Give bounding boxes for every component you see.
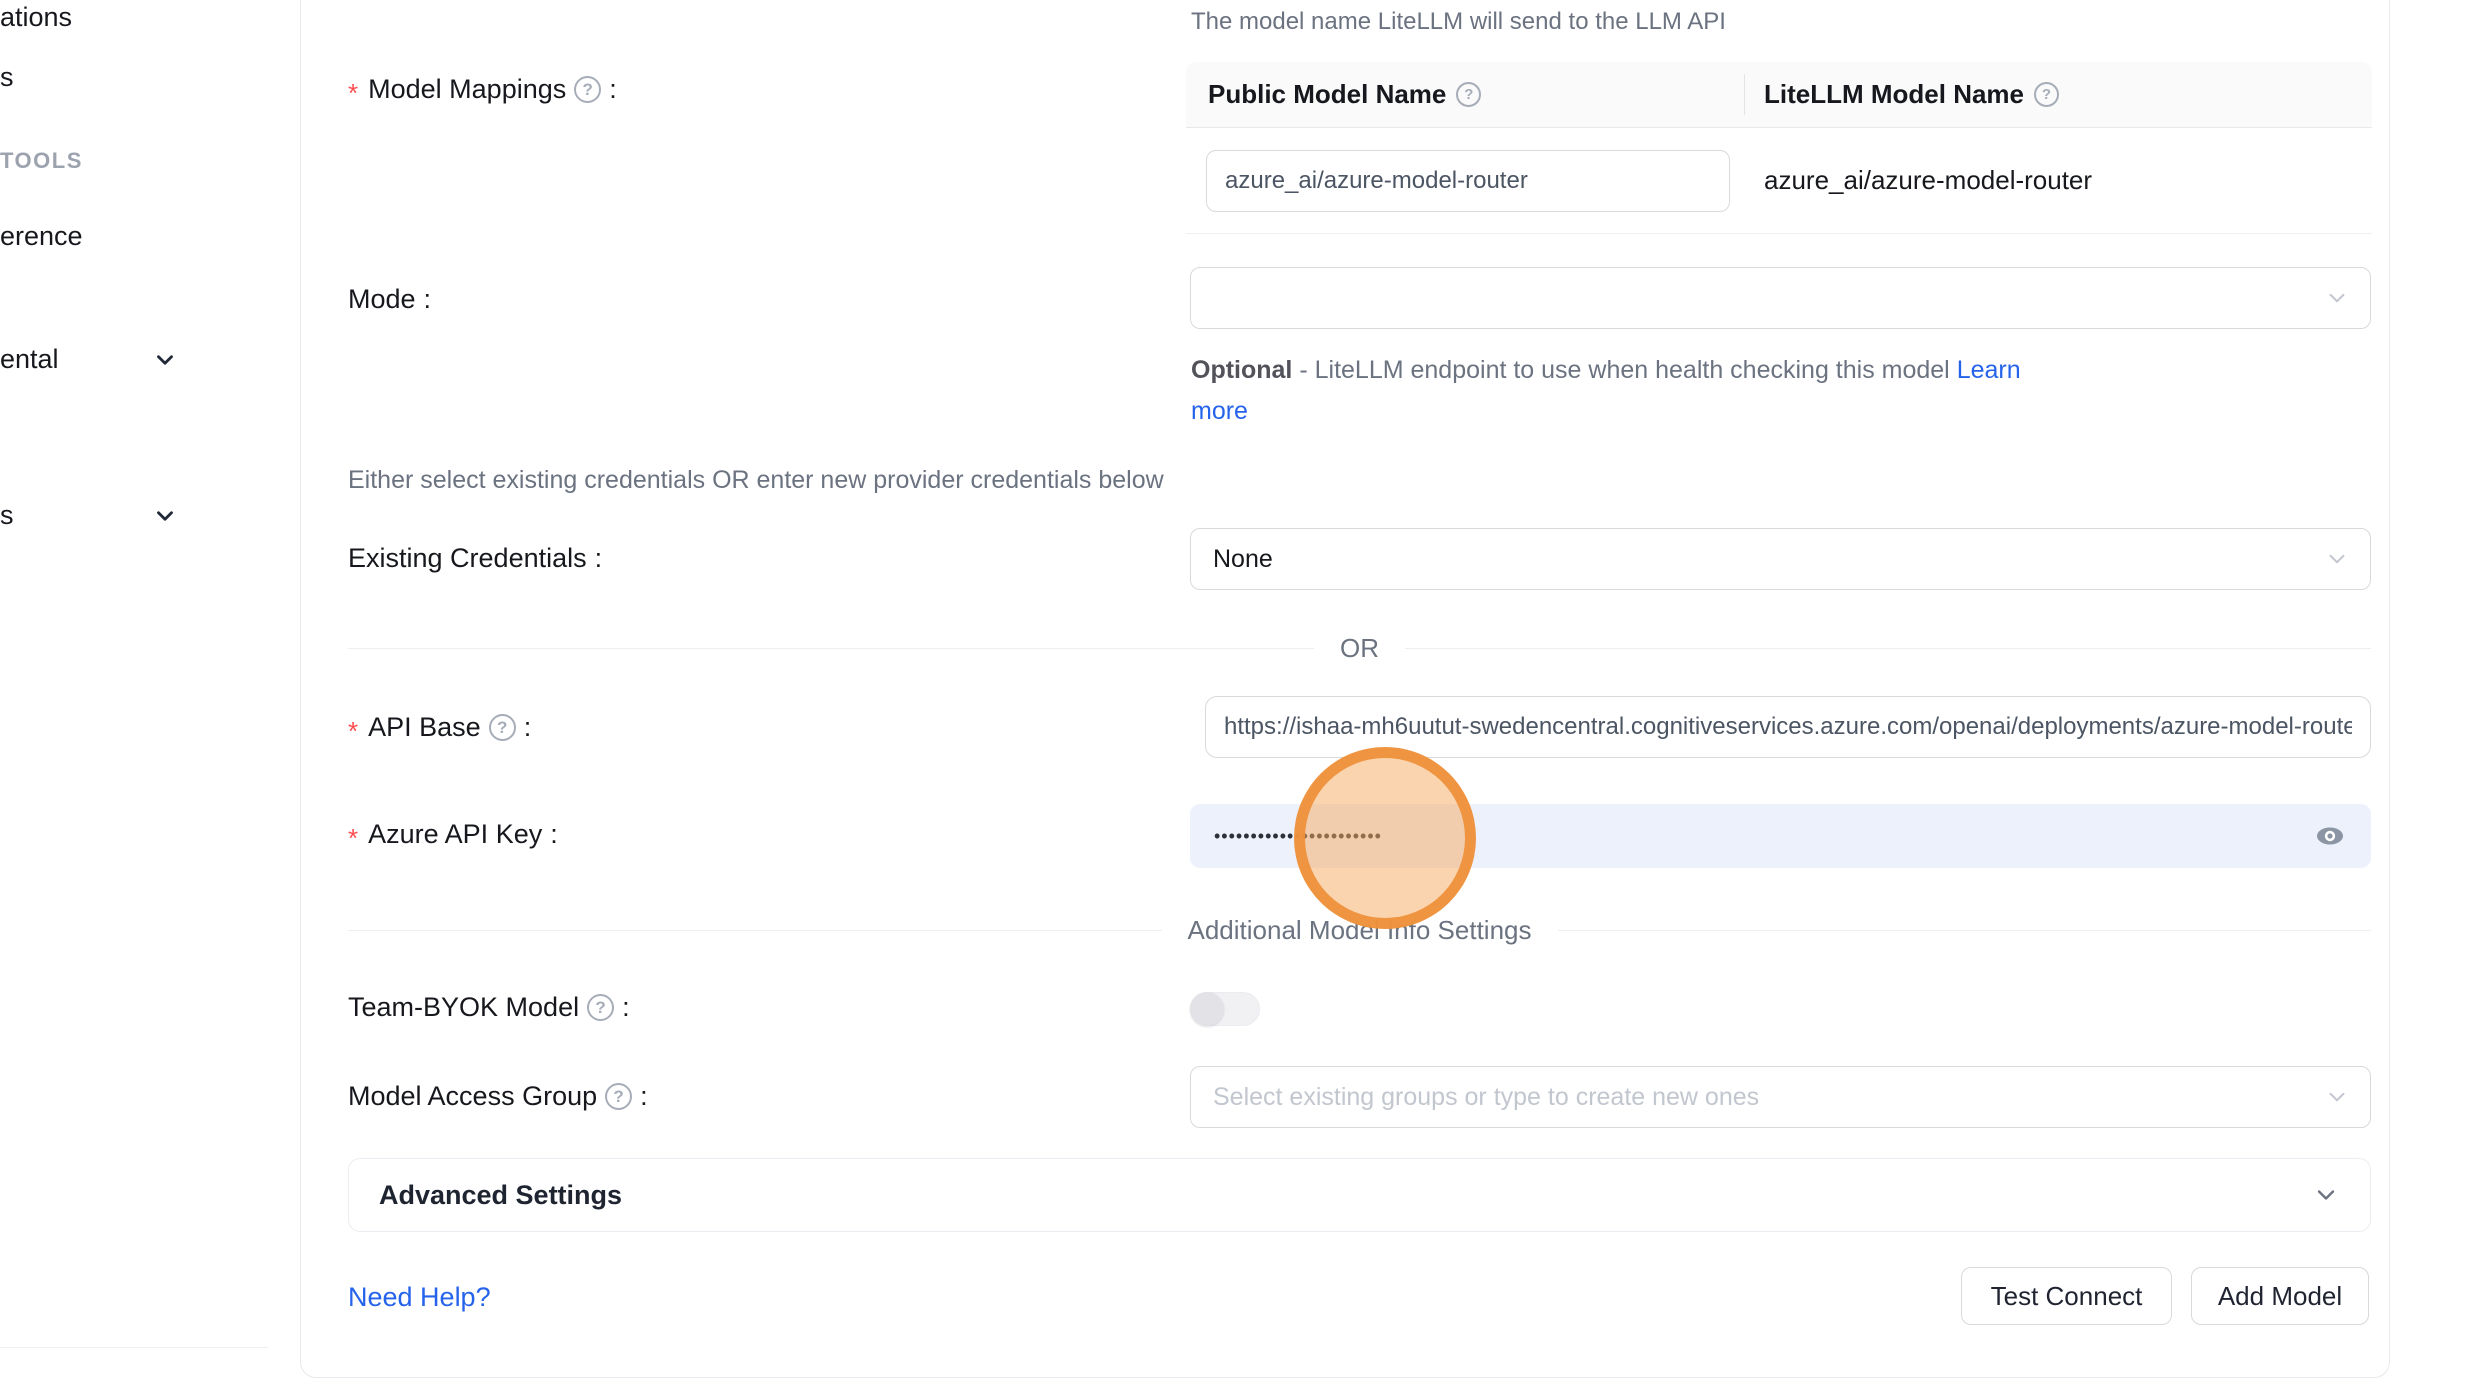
toggle-visibility-button[interactable] bbox=[2313, 819, 2347, 853]
table-row: azure_ai/azure-model-router bbox=[1186, 128, 2372, 234]
column-divider bbox=[1744, 74, 1745, 115]
advanced-settings-title: Advanced Settings bbox=[379, 1180, 2312, 1211]
eye-icon bbox=[2314, 820, 2346, 852]
help-icon[interactable]: ? bbox=[1456, 82, 1481, 107]
chevron-down-icon bbox=[2312, 1181, 2340, 1209]
mode-help-body: - LiteLLM endpoint to use when health ch… bbox=[1292, 356, 1956, 384]
help-icon[interactable]: ? bbox=[587, 994, 614, 1021]
help-icon[interactable]: ? bbox=[574, 76, 601, 103]
divider-line bbox=[1405, 648, 2371, 649]
sidebar-item-s1[interactable]: s bbox=[0, 62, 14, 93]
optional-bold: Optional bbox=[1191, 356, 1292, 384]
colon: : bbox=[609, 74, 617, 105]
colon: : bbox=[640, 1081, 648, 1112]
divider-line bbox=[348, 648, 1314, 649]
table-header-row: Public Model Name ? LiteLLM Model Name ? bbox=[1186, 62, 2372, 128]
azure-api-key-label-text: Azure API Key bbox=[368, 819, 542, 850]
chevron-down-icon bbox=[2324, 1084, 2350, 1110]
team-byok-toggle[interactable] bbox=[1190, 992, 1260, 1026]
mode-label: Mode : bbox=[348, 284, 431, 315]
colon: : bbox=[550, 819, 558, 850]
mode-select[interactable] bbox=[1190, 267, 2371, 329]
model-access-group-select[interactable]: Select existing groups or type to create… bbox=[1190, 1066, 2371, 1128]
existing-credentials-label: Existing Credentials : bbox=[348, 543, 602, 574]
model-mappings-label-text: Model Mappings bbox=[368, 74, 566, 105]
colon: : bbox=[622, 992, 630, 1023]
sidebar-section-tools: TOOLS bbox=[0, 148, 83, 174]
model-access-group-label-text: Model Access Group bbox=[348, 1081, 597, 1112]
existing-credentials-value: None bbox=[1213, 545, 1273, 574]
model-access-group-label: Model Access Group ? : bbox=[348, 1081, 648, 1112]
existing-credentials-label-text: Existing Credentials bbox=[348, 543, 587, 574]
column-header-label: LiteLLM Model Name bbox=[1764, 79, 2024, 110]
public-model-name-input[interactable] bbox=[1206, 150, 1730, 212]
model-access-group-placeholder: Select existing groups or type to create… bbox=[1213, 1083, 1759, 1112]
chevron-down-icon bbox=[2324, 546, 2350, 572]
litellm-model-name-value: azure_ai/azure-model-router bbox=[1744, 165, 2372, 196]
team-byok-label: Team-BYOK Model ? : bbox=[348, 992, 630, 1023]
chevron-down-icon bbox=[2324, 285, 2350, 311]
model-mappings-label: * Model Mappings ? : bbox=[348, 74, 617, 105]
add-model-button[interactable]: Add Model bbox=[2191, 1267, 2369, 1325]
sidebar-item-ental[interactable]: ental bbox=[0, 344, 59, 375]
chevron-down-icon[interactable] bbox=[152, 503, 178, 529]
additional-settings-divider-label: Additional Model Info Settings bbox=[1188, 915, 1532, 946]
divider-line bbox=[1558, 930, 2372, 931]
required-asterisk: * bbox=[348, 823, 358, 854]
team-byok-label-text: Team-BYOK Model bbox=[348, 992, 579, 1023]
colon: : bbox=[595, 543, 603, 574]
azure-api-key-field[interactable]: ••••••••••••••••••••••• bbox=[1190, 804, 2371, 868]
api-base-input[interactable] bbox=[1205, 696, 2371, 758]
column-header-litellm-model-name: LiteLLM Model Name ? bbox=[1744, 79, 2372, 110]
advanced-settings-header[interactable]: Advanced Settings bbox=[348, 1158, 2371, 1232]
required-asterisk: * bbox=[348, 78, 358, 109]
colon: : bbox=[424, 284, 432, 315]
required-asterisk: * bbox=[348, 716, 358, 747]
need-help-link[interactable]: Need Help? bbox=[348, 1282, 491, 1313]
sidebar-item-s2[interactable]: s bbox=[0, 500, 14, 531]
divider-line bbox=[348, 930, 1162, 931]
sidebar-item-erence[interactable]: erence bbox=[0, 221, 83, 252]
test-connect-button[interactable]: Test Connect bbox=[1961, 1267, 2172, 1325]
sidebar-divider bbox=[0, 1347, 268, 1348]
or-divider-label: OR bbox=[1340, 633, 1379, 664]
api-base-label: * API Base ? : bbox=[348, 712, 531, 743]
mode-help-text: Optional - LiteLLM endpoint to use when … bbox=[1191, 350, 2031, 432]
model-name-hint: The model name LiteLLM will send to the … bbox=[1191, 8, 1726, 36]
api-base-label-text: API Base bbox=[368, 712, 481, 743]
help-icon[interactable]: ? bbox=[489, 714, 516, 741]
existing-credentials-select[interactable]: None bbox=[1190, 528, 2371, 590]
or-divider: OR bbox=[348, 628, 2371, 668]
toggle-knob bbox=[1190, 992, 1224, 1026]
colon: : bbox=[524, 712, 532, 743]
sidebar-item-ations[interactable]: ations bbox=[0, 2, 72, 33]
masked-api-key-value: ••••••••••••••••••••••• bbox=[1214, 826, 2313, 847]
credentials-hint: Either select existing credentials OR en… bbox=[348, 466, 1164, 495]
help-icon[interactable]: ? bbox=[2034, 82, 2059, 107]
mode-label-text: Mode bbox=[348, 284, 416, 315]
column-header-public-model-name: Public Model Name ? bbox=[1186, 79, 1744, 110]
additional-settings-divider: Additional Model Info Settings bbox=[348, 910, 2371, 950]
column-header-label: Public Model Name bbox=[1208, 79, 1446, 110]
help-icon[interactable]: ? bbox=[605, 1083, 632, 1110]
model-mappings-table: Public Model Name ? LiteLLM Model Name ?… bbox=[1186, 62, 2372, 234]
azure-api-key-label: * Azure API Key : bbox=[348, 819, 558, 850]
chevron-down-icon[interactable] bbox=[152, 347, 178, 373]
